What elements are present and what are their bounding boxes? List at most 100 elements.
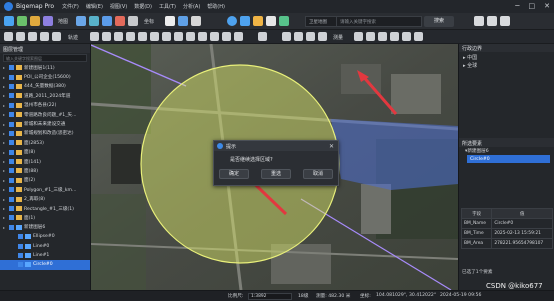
search-input[interactable]: 请输入关键字搜索 [336, 16, 422, 27]
maximize-icon[interactable]: □ [529, 2, 536, 10]
layer-checkbox[interactable] [9, 168, 14, 174]
layer-checkbox[interactable] [9, 196, 14, 202]
layer-item[interactable]: ▸ 新建图层6 [0, 223, 90, 232]
text-icon[interactable] [198, 32, 207, 41]
layer-checkbox[interactable] [9, 112, 14, 118]
flag-icon[interactable] [52, 32, 61, 41]
help-icon[interactable] [500, 16, 510, 26]
copy-icon[interactable] [306, 32, 315, 41]
rotate-icon[interactable] [40, 32, 49, 41]
layer-search-input[interactable]: 输入关键字搜索图层 [3, 54, 87, 62]
polygon-icon[interactable] [162, 32, 171, 41]
search-button[interactable]: 搜索 [424, 16, 454, 27]
layer-item[interactable]: ▸ 2_再取(8) [0, 194, 90, 203]
cut-icon[interactable] [222, 32, 231, 41]
tool-coord[interactable]: 坐标 [144, 18, 154, 25]
reselect-button[interactable]: 重选 [261, 169, 291, 179]
layer-item[interactable]: ▸ POI_公司企业(15600) [0, 72, 90, 81]
earth-icon[interactable] [227, 16, 237, 26]
layer-checkbox[interactable] [9, 83, 14, 89]
layer-checkbox[interactable] [9, 215, 14, 221]
menu-view[interactable]: 视图(V) [110, 3, 127, 10]
dialog-close-icon[interactable]: ✕ [329, 143, 334, 150]
minimize-icon[interactable]: ─ [515, 2, 519, 10]
layer-checkbox[interactable] [9, 159, 14, 165]
document-icon[interactable] [266, 16, 276, 26]
layer-checkbox[interactable] [9, 121, 14, 127]
table-row[interactable]: BM_Name Circle#0 [460, 218, 553, 229]
import-icon[interactable] [30, 16, 40, 26]
tree-item-china[interactable]: ▸ 中国 [463, 54, 550, 62]
pan-icon[interactable] [16, 32, 25, 41]
table-row[interactable]: BM_Area 278221.95654798107 [460, 238, 553, 249]
pointer-icon[interactable] [4, 32, 13, 41]
rectangle-icon[interactable] [138, 32, 147, 41]
menu-edit[interactable]: 编辑(E) [86, 3, 103, 10]
layer-item[interactable]: ▸ 零道路改良问题_#1_矢... [0, 110, 90, 119]
layer-item[interactable]: ▸ 面(141) [0, 157, 90, 166]
layer-item[interactable]: ▸ 新城规划和改造(思密达) [0, 129, 90, 138]
merge-icon[interactable] [234, 32, 243, 41]
layer-item[interactable]: Line#0 [0, 241, 90, 250]
redo-icon[interactable] [294, 32, 303, 41]
height-icon[interactable] [390, 32, 399, 41]
table-icon[interactable] [178, 16, 188, 26]
menu-analysis[interactable]: 分析(A) [183, 3, 200, 10]
table-row[interactable]: BM_Time 2025-02-13 15:59:21 [460, 228, 553, 239]
layer-item[interactable]: ▸ 新建图层1(11) [0, 63, 90, 72]
clear-icon[interactable] [414, 32, 423, 41]
layer-item[interactable]: Ellipse#0 [0, 232, 90, 241]
tree-item-global[interactable]: ▸ 全球 [463, 62, 550, 70]
layer-checkbox[interactable] [9, 74, 14, 80]
layer-checkbox[interactable] [18, 253, 23, 258]
layer-checkbox[interactable] [9, 140, 14, 146]
layer-checkbox[interactable] [9, 93, 14, 99]
layer-item[interactable]: ▸ Rectangle_#1_三级(1) [0, 204, 90, 213]
layer-item[interactable]: ▸ 道路_2011_2024年道 [0, 91, 90, 100]
layer-item[interactable]: ▸ 面(2853) [0, 138, 90, 147]
compass-icon[interactable] [191, 16, 201, 26]
blue-polygon[interactable] [331, 119, 458, 190]
arrow-icon[interactable] [210, 32, 219, 41]
feature-layer-item[interactable]: ▾ 新建图层6 [459, 147, 554, 155]
polyline-icon[interactable] [114, 32, 123, 41]
feature-item-selected[interactable]: Circle#0 [467, 155, 550, 163]
layer-checkbox[interactable] [9, 224, 14, 230]
user-icon[interactable] [487, 16, 497, 26]
curve-icon[interactable] [126, 32, 135, 41]
layer-item[interactable]: ▸ 面(2) [0, 176, 90, 185]
layer-checkbox[interactable] [9, 149, 14, 155]
layer-checkbox[interactable] [9, 206, 14, 212]
open-icon[interactable] [4, 16, 14, 26]
layer-item[interactable]: Circle#0 [0, 260, 90, 270]
ellipse-icon[interactable] [186, 32, 195, 41]
marker-icon[interactable] [115, 16, 125, 26]
star-icon[interactable] [174, 32, 183, 41]
select-icon[interactable] [28, 32, 37, 41]
layer-item[interactable]: ▸ 面(1) [0, 213, 90, 222]
globe-icon[interactable] [128, 16, 138, 26]
menu-tools[interactable]: 工具(T) [159, 3, 176, 10]
measure-label[interactable]: 测量 [333, 34, 343, 41]
chart-icon[interactable] [279, 16, 289, 26]
layer-item[interactable]: ▸ 面(88) [0, 166, 90, 175]
menu-file[interactable]: 文件(F) [62, 3, 79, 10]
save-icon[interactable] [17, 16, 27, 26]
layer-checkbox[interactable] [18, 262, 23, 268]
grid-icon[interactable] [89, 16, 99, 26]
layer-item[interactable]: Line#1 [0, 251, 90, 260]
layer-icon[interactable] [76, 16, 86, 26]
layer-checkbox[interactable] [18, 243, 23, 249]
menu-help[interactable]: 帮助(H) [207, 3, 225, 10]
layer-checkbox[interactable] [18, 234, 23, 240]
export-icon[interactable] [43, 16, 53, 26]
layer-checkbox[interactable] [9, 102, 14, 108]
delete-icon[interactable] [318, 32, 327, 41]
confirm-button[interactable]: 确定 [219, 169, 249, 179]
layer-checkbox[interactable] [9, 65, 14, 71]
close-icon[interactable]: ✕ [544, 2, 550, 10]
layer-checkbox[interactable] [9, 187, 14, 193]
folder-icon[interactable] [253, 16, 263, 26]
satellite-icon[interactable] [240, 16, 250, 26]
menu-data[interactable]: 数据(D) [134, 3, 152, 10]
